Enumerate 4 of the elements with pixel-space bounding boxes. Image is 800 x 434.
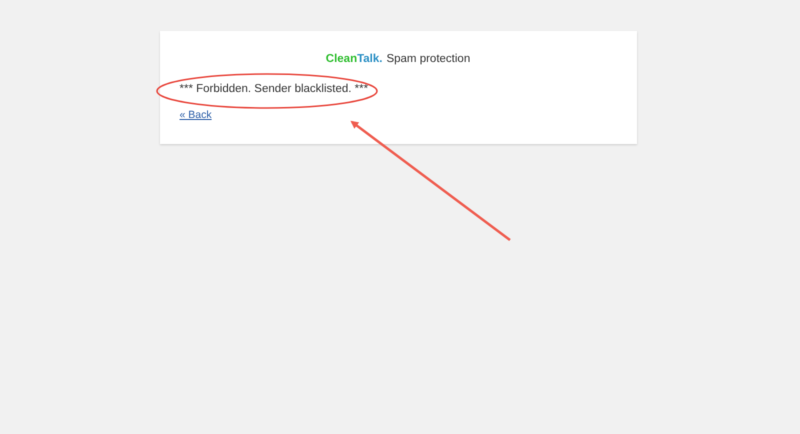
back-link[interactable]: « Back <box>180 109 212 121</box>
brand-logo: CleanTalk. <box>326 53 382 65</box>
blocked-message: *** Forbidden. Sender blacklisted. *** <box>180 83 370 95</box>
tagline: Spam protection <box>386 53 470 65</box>
